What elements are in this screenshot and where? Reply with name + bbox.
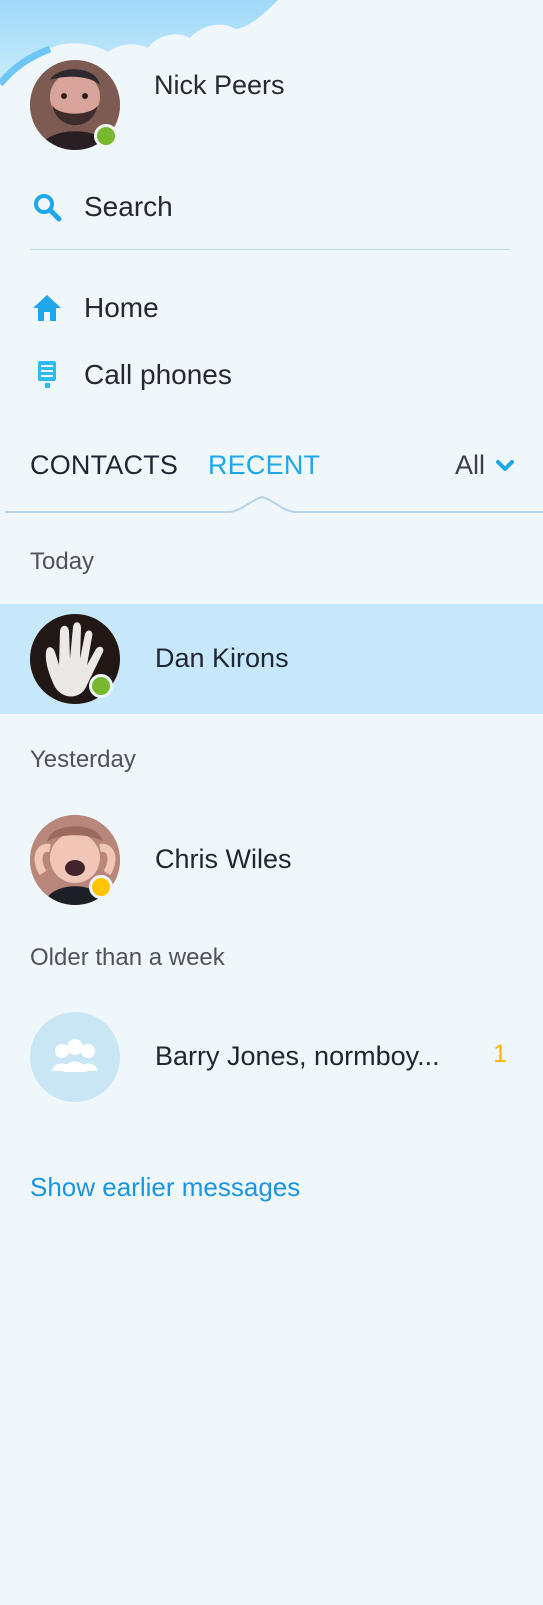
dialpad-icon xyxy=(30,358,64,392)
conversation-name: Barry Jones, normboy... xyxy=(155,1041,440,1071)
sidebar-panel: Nick Peers Search Home Call phones CONTA… xyxy=(0,0,543,1605)
tab-contacts[interactable]: CONTACTS xyxy=(30,450,178,481)
chevron-down-icon xyxy=(496,459,514,471)
home-label: Home xyxy=(84,292,159,323)
home-icon xyxy=(30,291,64,325)
profile-header: Nick Peers xyxy=(30,60,510,156)
tabs-divider xyxy=(5,495,543,513)
group-avatar xyxy=(30,1012,120,1102)
home-menu-item[interactable]: Home xyxy=(30,286,500,330)
unread-count-badge: 1 xyxy=(493,1040,507,1068)
conversation-chris-wiles[interactable]: Chris Wiles xyxy=(0,805,543,915)
search-icon xyxy=(30,190,64,224)
conversation-name: Dan Kirons xyxy=(155,643,289,673)
call-phones-label: Call phones xyxy=(84,359,232,390)
menu-divider xyxy=(30,249,510,250)
search-menu-item[interactable]: Search xyxy=(30,185,500,229)
conversation-dan-kirons[interactable]: Dan Kirons xyxy=(0,604,543,714)
dan-kirons-online-status-icon xyxy=(89,674,113,698)
tab-recent[interactable]: RECENT xyxy=(208,450,320,481)
filter-label: All xyxy=(454,450,485,480)
show-earlier-messages-link[interactable]: Show earlier messages xyxy=(30,1172,300,1203)
today-heading: Today xyxy=(30,548,95,575)
search-label: Search xyxy=(84,191,173,222)
conversation-name: Chris Wiles xyxy=(155,844,292,874)
conversation-barry-jones-group[interactable]: Barry Jones, normboy... 1 xyxy=(0,1002,543,1112)
filter-dropdown[interactable]: All xyxy=(455,450,515,481)
away-status-icon xyxy=(89,875,113,899)
contacts-recent-tabs: CONTACTS RECENT All xyxy=(30,450,515,490)
profile-name[interactable]: Nick Peers xyxy=(154,70,285,101)
call-phones-menu-item[interactable]: Call phones xyxy=(30,353,500,397)
online-status-icon xyxy=(94,124,118,148)
older-than-week-heading: Older than a week xyxy=(30,944,225,971)
yesterday-heading: Yesterday xyxy=(30,746,136,773)
group-icon xyxy=(52,1039,98,1072)
